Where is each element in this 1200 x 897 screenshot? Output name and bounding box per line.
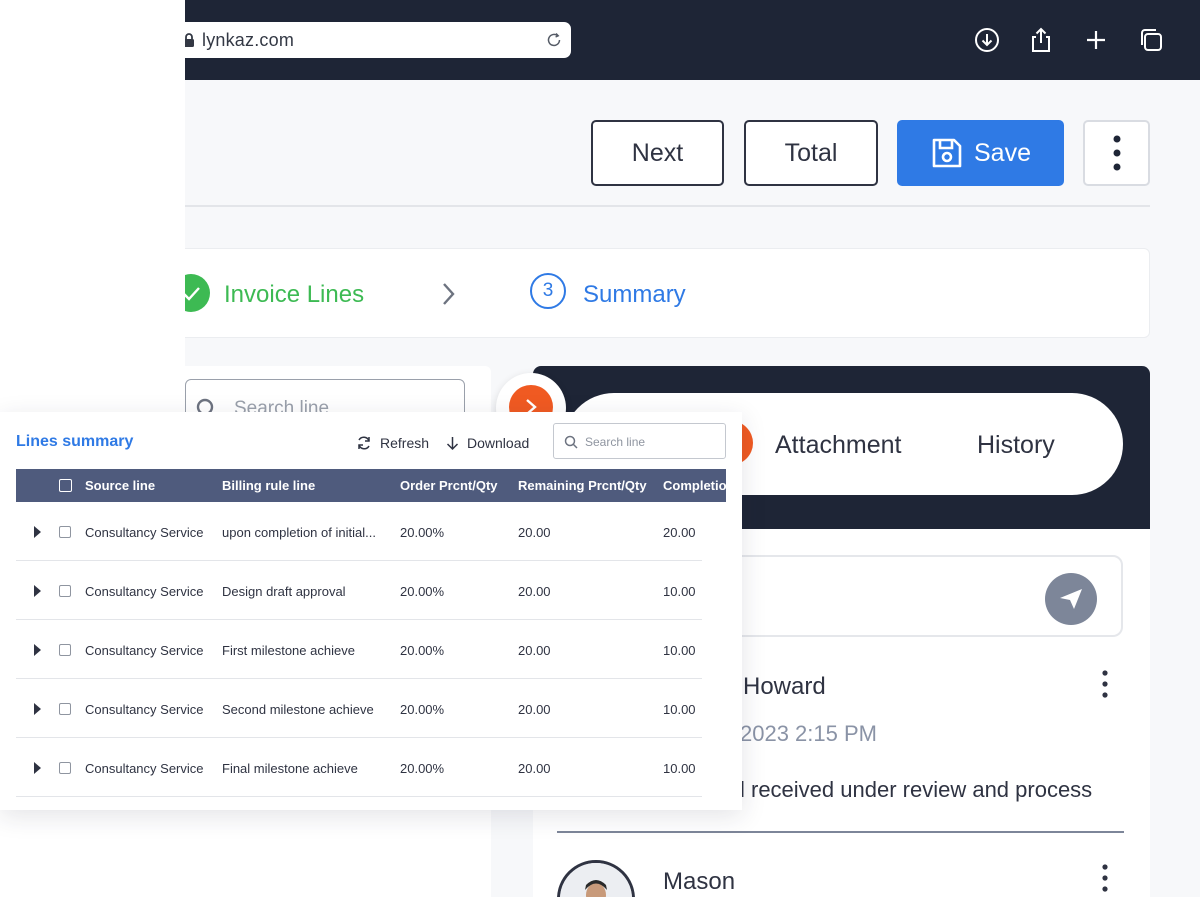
cell-billing: First milestone achieve (222, 643, 355, 658)
person-avatar-icon (560, 863, 632, 897)
browser-toolbar: lynkaz.com (185, 0, 1200, 80)
table-row[interactable]: Consultancy Service First milestone achi… (16, 620, 702, 679)
expand-row-icon[interactable] (34, 526, 41, 538)
cell-source: Consultancy Service (85, 643, 204, 658)
cell-source: Consultancy Service (85, 702, 204, 717)
row-checkbox[interactable] (59, 703, 71, 715)
comment-divider (557, 831, 1124, 833)
download-button[interactable]: Download (446, 435, 529, 451)
step-summary[interactable]: Summary (583, 281, 686, 309)
comment-more-icon[interactable] (1102, 670, 1108, 698)
row-checkbox[interactable] (59, 585, 71, 597)
arrow-down-icon (446, 436, 459, 450)
tab-history[interactable]: History (977, 431, 1055, 460)
cell-order: 20.00% (400, 761, 445, 776)
header-divider (185, 205, 1150, 207)
table-row[interactable]: Consultancy Service Second milestone ach… (16, 679, 702, 738)
cell-completion: 10.00 (663, 584, 696, 599)
cell-order: 20.00% (400, 702, 445, 717)
cell-order: 20.00% (400, 584, 445, 599)
cell-order: 20.00% (400, 643, 445, 658)
download-label: Download (467, 435, 530, 451)
total-button[interactable]: Total (744, 120, 878, 186)
lock-icon (185, 33, 194, 47)
cell-billing: upon completion of initial... (222, 525, 376, 540)
lines-search-placeholder: Search line (585, 435, 646, 449)
lines-table: Source line Billing rule line Order Prcn… (16, 469, 726, 799)
row-checkbox[interactable] (59, 762, 71, 774)
column-header[interactable]: Completio (663, 478, 726, 493)
avatar (557, 860, 635, 897)
kebab-menu-icon (1113, 135, 1120, 171)
share-icon[interactable] (1027, 26, 1055, 54)
lines-search-input[interactable]: Search line (553, 423, 726, 459)
reload-icon[interactable] (545, 31, 563, 49)
cell-remaining: 20.00 (518, 584, 551, 599)
lines-summary-card: Lines summary Refresh Download Search li… (0, 412, 742, 810)
table-header: Source line Billing rule line Order Prcn… (16, 469, 726, 502)
tabs-icon[interactable] (1137, 26, 1165, 54)
cell-remaining: 20.00 (518, 761, 551, 776)
select-all-checkbox[interactable] (59, 479, 72, 492)
expand-row-icon[interactable] (34, 762, 41, 774)
cell-source: Consultancy Service (85, 525, 204, 540)
column-header[interactable]: Source line (85, 478, 155, 493)
cell-billing: Design draft approval (222, 584, 346, 599)
column-header[interactable]: Billing rule line (222, 478, 315, 493)
row-checkbox[interactable] (59, 526, 71, 538)
download-icon[interactable] (973, 26, 1001, 54)
cell-completion: 20.00 (663, 525, 696, 540)
save-label: Save (974, 138, 1031, 167)
cell-order: 20.00% (400, 525, 445, 540)
table-row[interactable]: Consultancy Service Final milestone achi… (16, 738, 702, 797)
cell-completion: 10.00 (663, 643, 696, 658)
cell-source: Consultancy Service (85, 761, 204, 776)
step-number-badge: 3 (530, 273, 566, 309)
tab-attachment[interactable]: Attachment (775, 431, 901, 460)
refresh-icon (358, 436, 370, 450)
step-invoice-lines[interactable]: Invoice Lines (224, 281, 364, 309)
lines-summary-title: Lines summary (16, 433, 134, 450)
comment-input[interactable]: ment (683, 555, 1123, 637)
table-row[interactable]: Consultancy Service upon completion of i… (16, 502, 702, 561)
row-checkbox[interactable] (59, 644, 71, 656)
cell-remaining: 20.00 (518, 702, 551, 717)
comment-more-icon-2[interactable] (1102, 864, 1108, 892)
comment-author: Howard (743, 673, 826, 700)
refresh-label: Refresh (380, 435, 430, 451)
more-options-button[interactable] (1083, 120, 1150, 186)
search-icon (564, 435, 578, 449)
cell-completion: 10.00 (663, 761, 696, 776)
expand-row-icon[interactable] (34, 644, 41, 656)
send-icon (1060, 589, 1082, 609)
save-icon (932, 138, 962, 168)
comment-timestamp: 2023 2:15 PM (740, 721, 877, 746)
comment-text: l received under review and process (740, 777, 1093, 802)
column-header[interactable]: Order Prcnt/Qty (400, 478, 498, 493)
cell-completion: 10.00 (663, 702, 696, 717)
cell-billing: Second milestone achieve (222, 702, 374, 717)
cell-remaining: 20.00 (518, 643, 551, 658)
address-bar[interactable]: lynkaz.com (185, 22, 571, 58)
next-button[interactable]: Next (591, 120, 724, 186)
url-text: lynkaz.com (202, 30, 295, 50)
expand-row-icon[interactable] (34, 703, 41, 715)
send-comment-button[interactable] (1045, 573, 1097, 625)
cell-billing: Final milestone achieve (222, 761, 358, 776)
comment-author-2: Mason (663, 868, 736, 895)
cell-source: Consultancy Service (85, 584, 204, 599)
save-button[interactable]: Save (897, 120, 1064, 186)
refresh-button[interactable]: Refresh (356, 435, 429, 451)
cell-remaining: 20.00 (518, 525, 551, 540)
chevron-right-icon (443, 283, 455, 305)
table-row[interactable]: Consultancy Service Design draft approva… (16, 561, 702, 620)
step-complete-icon (185, 274, 210, 312)
expand-row-icon[interactable] (34, 585, 41, 597)
column-header[interactable]: Remaining Prcnt/Qty (518, 478, 647, 493)
plus-icon[interactable] (1082, 26, 1110, 54)
